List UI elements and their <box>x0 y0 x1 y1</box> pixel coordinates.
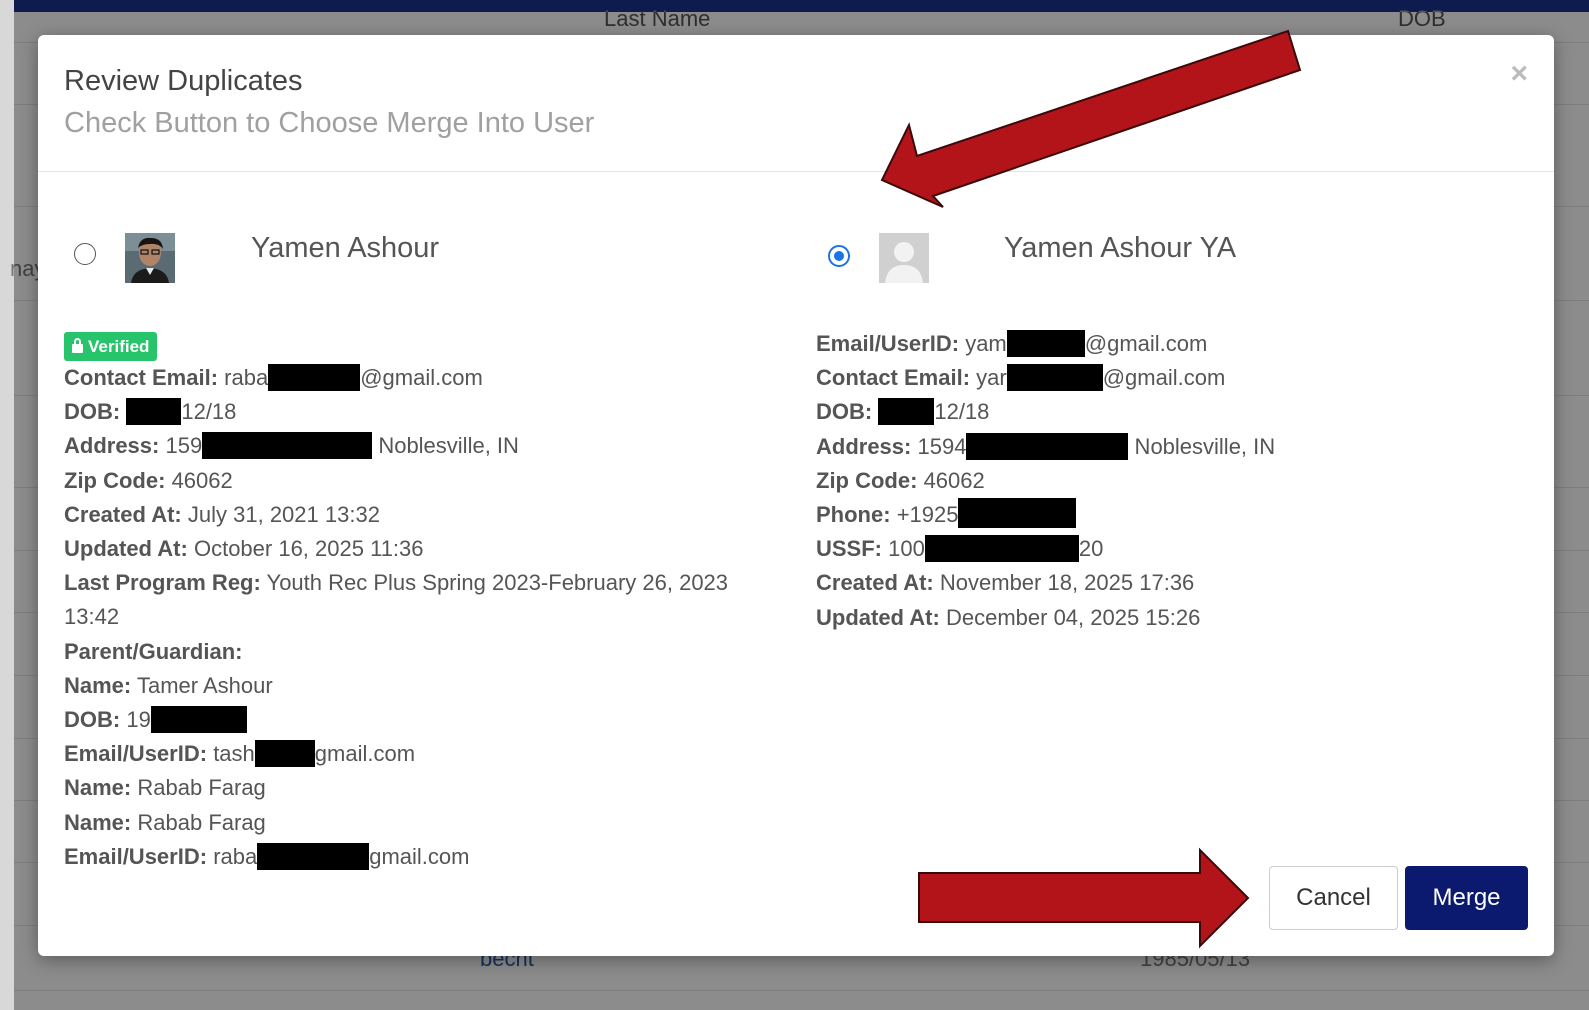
lock-icon <box>72 338 83 353</box>
left-user-details: Contact Email: raba @gmail.com DOB: 12/18… <box>64 361 744 874</box>
detail-parent-name: Name: Rabab Farag <box>64 809 266 835</box>
background-top-bar <box>14 0 1589 12</box>
left-user-avatar <box>125 233 175 283</box>
right-user-radio[interactable] <box>828 245 850 267</box>
detail-zip: Zip Code: 46062 <box>64 467 233 493</box>
detail-email-userid: Email/UserID: yam @gmail.com <box>816 330 1208 357</box>
redaction-block <box>1006 330 1085 357</box>
detail-parent-email: Email/UserID: raba gmail.com <box>64 842 470 870</box>
detail-dob: DOB: 12/18 <box>816 398 990 426</box>
redaction-block <box>202 432 373 460</box>
detail-created-at: Created At: November 18, 2025 17:36 <box>816 570 1195 596</box>
detail-parent-email: Email/UserID: tash gmail.com <box>64 740 416 768</box>
detail-created-at: Created At: July 31, 2021 13:32 <box>64 501 380 527</box>
right-user-name: Yamen Ashour YA <box>1004 232 1237 264</box>
detail-parent-name: Name: Tamer Ashour <box>64 672 273 698</box>
redaction-block <box>958 498 1077 529</box>
left-user-radio[interactable] <box>74 243 96 265</box>
verified-badge: Verified <box>64 332 158 361</box>
detail-parent-dob: DOB: 19 <box>64 703 744 737</box>
detail-contact-email: Contact Email: yar @gmail.com <box>816 364 1226 392</box>
detail-zip: Zip Code: 46062 <box>816 467 985 493</box>
detail-contact-email: Contact Email: raba @gmail.com <box>64 364 483 391</box>
redaction-block <box>924 535 1079 563</box>
redaction-block <box>257 842 370 870</box>
detail-parent-name: Name: Rabab Farag <box>64 775 266 801</box>
detail-parent-guardian-header: Parent/Guardian: <box>64 638 243 664</box>
close-icon[interactable]: × <box>1510 59 1528 89</box>
redaction-block <box>150 706 247 734</box>
detail-updated-at: Updated At: October 16, 2025 11:36 <box>64 536 424 562</box>
redaction-block <box>966 432 1129 460</box>
modal-title: Review Duplicates <box>64 65 303 97</box>
detail-ussf: USSF: 100 20 <box>816 535 1104 563</box>
verified-label: Verified <box>88 337 150 356</box>
redaction-block <box>254 740 315 768</box>
right-user-details: Email/UserID: yam @gmail.com Contact Emai… <box>816 327 1275 635</box>
cancel-button[interactable]: Cancel <box>1269 866 1398 930</box>
detail-address: Address: 1594 Noblesville, IN <box>816 432 1276 460</box>
merge-button[interactable]: Merge <box>1405 866 1528 930</box>
detail-updated-at: Updated At: December 04, 2025 15:26 <box>816 604 1201 630</box>
background-left-strip <box>0 0 14 1010</box>
detail-last-program-reg: Last Program Reg: Youth Rec Plus Spring … <box>64 570 729 630</box>
detail-dob: DOB: 12/18 <box>64 398 237 426</box>
right-user-avatar-placeholder <box>879 233 929 283</box>
redaction-block <box>878 398 935 426</box>
user-placeholder-icon <box>879 233 929 283</box>
redaction-block <box>1006 364 1103 392</box>
redaction-block <box>126 398 182 426</box>
modal-header: Review Duplicates Check Button to Choose… <box>38 35 1554 172</box>
detail-address: Address: 159 Noblesville, IN <box>64 432 519 460</box>
detail-phone: Phone: +1925 <box>816 498 1275 532</box>
left-user-name: Yamen Ashour <box>251 232 440 264</box>
review-duplicates-modal: Review Duplicates Check Button to Choose… <box>38 35 1554 956</box>
modal-subtitle: Check Button to Choose Merge Into User <box>64 107 595 139</box>
redaction-block <box>268 364 361 391</box>
